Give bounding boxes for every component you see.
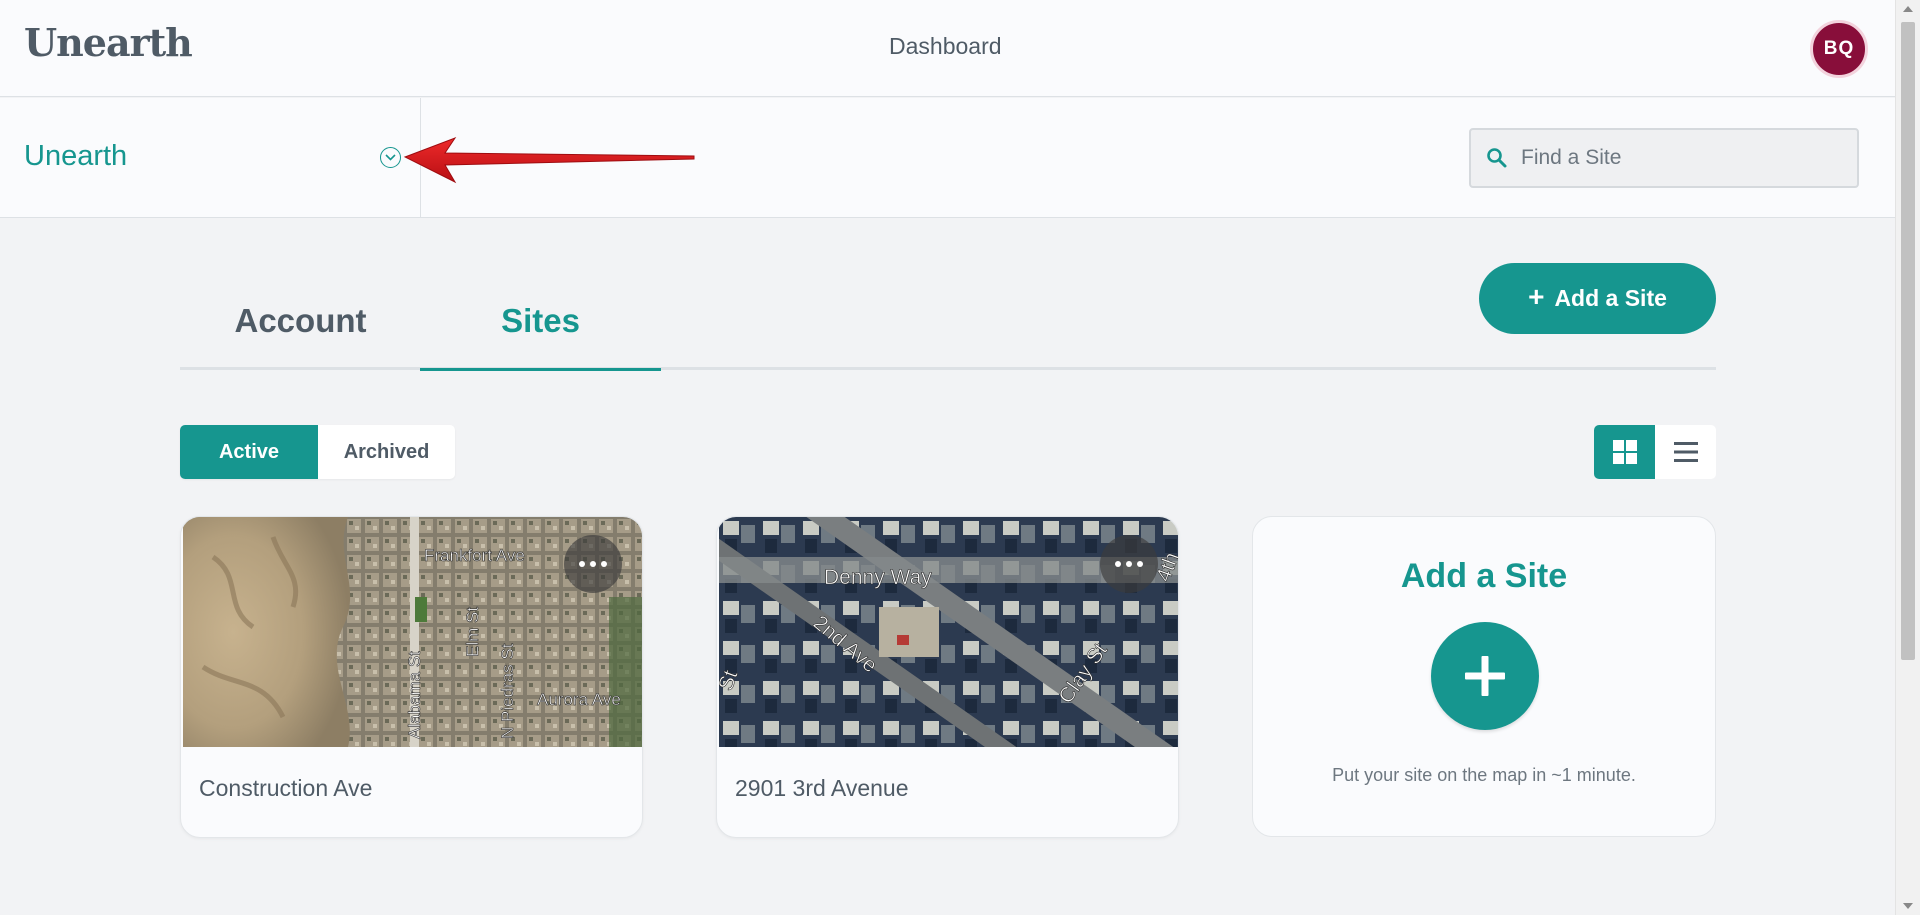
add-site-card[interactable]: Add a Site Put your site on the map in ~… — [1252, 516, 1716, 837]
scroll-down-icon[interactable] — [1903, 903, 1913, 909]
dot-icon — [1137, 561, 1143, 567]
site-card[interactable]: Denny Way 2nd Ave Clay St St 4th 2901 3r… — [716, 516, 1179, 838]
list-icon — [1673, 442, 1698, 462]
org-selector: Unearth — [0, 98, 421, 217]
site-more-button[interactable] — [564, 535, 622, 593]
search-icon — [1487, 148, 1507, 168]
add-site-card-description: Put your site on the map in ~1 minute. — [1332, 765, 1636, 785]
plus-icon — [1465, 656, 1505, 696]
map-label: Denny Way — [824, 566, 932, 589]
dot-icon — [579, 561, 585, 567]
top-header: Unearth Dashboard BQ — [0, 0, 1895, 97]
filter-archived-button[interactable]: Archived — [318, 425, 455, 479]
org-name[interactable]: Unearth — [24, 140, 127, 173]
add-site-button[interactable]: + Add a Site — [1479, 263, 1716, 334]
app-logo[interactable]: Unearth — [24, 20, 193, 65]
map-label: Frankfort Ave — [424, 546, 525, 565]
filter-active-button[interactable]: Active — [180, 425, 318, 479]
site-name[interactable]: Construction Ave — [199, 775, 372, 802]
tab-account[interactable]: Account — [180, 302, 421, 368]
map-label: Elm St — [463, 607, 482, 657]
page-scrollbar[interactable] — [1895, 0, 1920, 915]
dot-icon — [1115, 561, 1121, 567]
grid-icon — [1612, 440, 1637, 464]
grid-view-button[interactable] — [1594, 425, 1655, 479]
add-site-card-title: Add a Site — [1400, 557, 1568, 595]
chevron-down-icon[interactable] — [380, 147, 401, 168]
site-search[interactable] — [1469, 128, 1859, 188]
map-label: Alabama St — [405, 651, 424, 739]
status-filter: Active Archived — [180, 425, 455, 479]
scroll-thumb[interactable] — [1901, 22, 1915, 660]
add-site-button-label: Add a Site — [1554, 285, 1667, 311]
map-label: Aurora Ave — [537, 690, 621, 709]
plus-icon: + — [1528, 281, 1545, 312]
sub-header: Unearth — [0, 98, 1895, 218]
site-name[interactable]: 2901 3rd Avenue — [735, 775, 909, 802]
map-label: N Piedras St — [498, 643, 517, 739]
dot-icon — [1126, 561, 1132, 567]
tab-sites[interactable]: Sites — [420, 302, 661, 371]
site-more-button[interactable] — [1100, 535, 1158, 593]
annotation-arrow-icon — [403, 136, 695, 184]
dot-icon — [590, 561, 596, 567]
search-input[interactable] — [1521, 146, 1841, 170]
dot-icon — [601, 561, 607, 567]
user-avatar[interactable]: BQ — [1810, 20, 1868, 78]
view-toggle — [1594, 425, 1716, 479]
nav-dashboard[interactable]: Dashboard — [889, 33, 1002, 60]
add-site-plus-button[interactable] — [1431, 622, 1539, 730]
list-view-button[interactable] — [1655, 425, 1716, 479]
scroll-up-icon[interactable] — [1903, 6, 1913, 12]
site-card[interactable]: Frankfort Ave Elm St Alabama St N Piedra… — [180, 516, 643, 838]
